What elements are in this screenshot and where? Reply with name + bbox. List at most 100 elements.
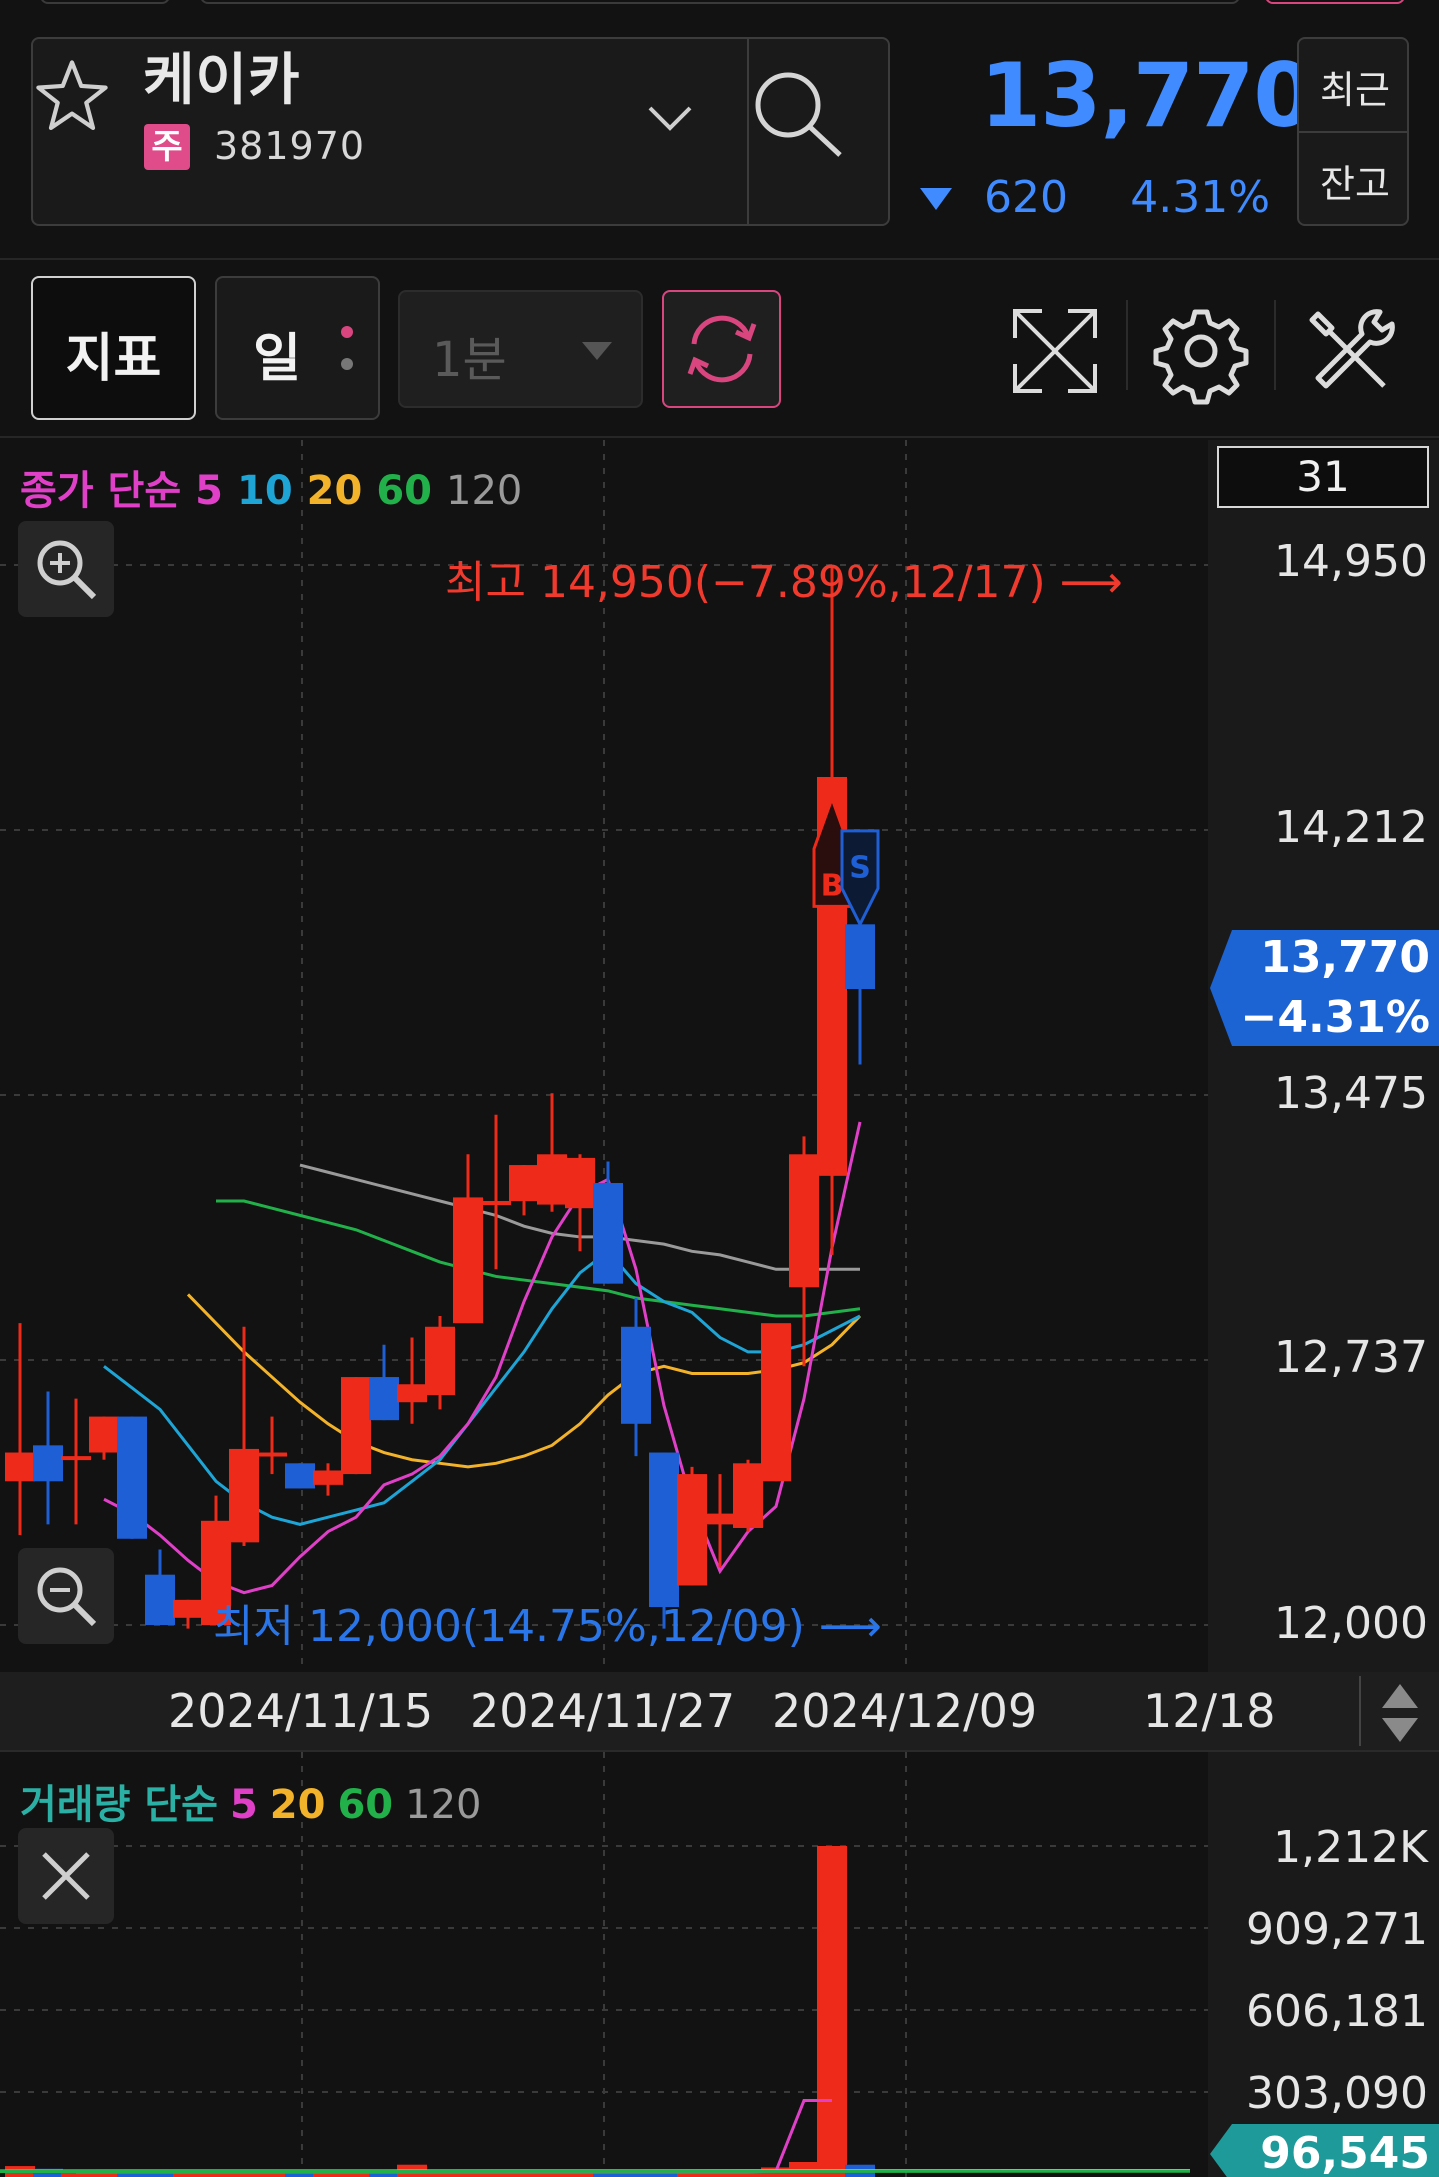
current-volume-label: 96,545	[1260, 2128, 1430, 2177]
candle-body	[733, 1463, 763, 1528]
scroll-arrows-icon[interactable]	[1378, 1680, 1422, 1746]
sell-marker: S	[840, 829, 880, 928]
candle-body	[173, 1599, 203, 1618]
refresh-button[interactable]	[662, 290, 781, 408]
candle-body	[369, 1377, 399, 1421]
volume-ma5-line	[76, 2099, 832, 2174]
candle-body	[257, 1452, 287, 1457]
expand-icon[interactable]	[1000, 296, 1110, 406]
price-change-pct: 4.31%	[1130, 172, 1270, 223]
candle-body	[425, 1326, 455, 1396]
tools-icon[interactable]	[1296, 296, 1406, 406]
legend-vma60: 60	[337, 1782, 394, 1828]
current-pct-label: −4.31%	[1240, 992, 1430, 1043]
divider	[1359, 1676, 1361, 1746]
top-tab[interactable]	[200, 0, 1240, 4]
candle-body	[537, 1154, 567, 1205]
candle-body	[481, 1201, 511, 1205]
low-annotation: 최저 12,000(14.75%,12/09) ⟶	[213, 1601, 882, 1652]
recent-balance-group: 최근 잔고	[1297, 37, 1409, 226]
candle-count[interactable]: 31	[1217, 446, 1429, 508]
candle-body	[229, 1448, 259, 1543]
candle-body	[761, 1323, 791, 1482]
current-price: 13,770	[980, 44, 1315, 147]
candle-body	[341, 1377, 371, 1475]
price-axis[interactable]	[1208, 440, 1439, 1672]
legend-ma5: 5	[195, 468, 223, 514]
legend-prefix: 종가 단순	[20, 468, 182, 514]
y-label: 13,475	[1274, 1068, 1428, 1119]
chevron-down-icon[interactable]	[640, 90, 700, 150]
candle-body	[117, 1416, 147, 1539]
search-icon[interactable]	[740, 55, 860, 165]
candle-body	[649, 1452, 679, 1608]
refresh-icon	[687, 315, 757, 383]
top-tab[interactable]	[1265, 0, 1405, 4]
y-label: 12,000	[1274, 1598, 1428, 1649]
volume-legend[interactable]: 거래량 단순 5 20 60 120	[20, 1772, 493, 1830]
legend-ma60: 60	[376, 468, 432, 514]
candle-body	[61, 1456, 91, 1461]
price-legend[interactable]: 종가 단순 5 10 20 60 120	[20, 458, 536, 516]
candle-body	[789, 1154, 819, 1288]
divider	[1274, 300, 1276, 390]
current-price-label: 13,770	[1260, 932, 1430, 983]
balance-button[interactable]: 잔고	[1299, 153, 1411, 208]
recent-button[interactable]: 최근	[1299, 59, 1411, 114]
divider	[0, 258, 1439, 260]
volume-y-label: 606,181	[1246, 1986, 1428, 2037]
candle-body	[677, 1474, 707, 1586]
minute-label: 1분	[432, 332, 507, 388]
price-change: 620	[984, 172, 1068, 223]
period-button[interactable]: 일	[215, 276, 380, 420]
close-icon	[42, 1852, 90, 1900]
gear-icon[interactable]	[1146, 296, 1256, 406]
zoom-out-button[interactable]	[18, 1548, 114, 1644]
divider	[1126, 300, 1128, 390]
top-strip	[0, 0, 1439, 36]
candle-body	[33, 1445, 63, 1482]
stock-name[interactable]: 케이카	[143, 35, 301, 116]
down-arrow-icon	[920, 188, 952, 210]
candle-body	[145, 1574, 175, 1625]
volume-y-label: 909,271	[1246, 1904, 1428, 1955]
divider	[0, 436, 1439, 438]
zoom-in-button[interactable]	[18, 521, 114, 617]
indicator-button[interactable]: 지표	[31, 276, 196, 420]
period-label: 일	[253, 329, 301, 389]
market-badge: 주	[144, 124, 190, 170]
price-chart[interactable]: BS	[0, 440, 1208, 1672]
candle-body	[565, 1157, 595, 1209]
ma60-line	[216, 1199, 861, 1318]
close-volume-button[interactable]	[18, 1828, 114, 1924]
candle-body	[5, 1452, 35, 1482]
x-label: 2024/11/15	[168, 1684, 434, 1738]
y-label: 14,950	[1274, 536, 1428, 587]
ma20-line	[186, 1293, 862, 1469]
star-icon[interactable]	[30, 54, 114, 138]
candle-body	[89, 1416, 119, 1453]
candle-body	[397, 1384, 427, 1403]
candle-body	[621, 1326, 651, 1424]
volume-bar	[677, 2173, 707, 2177]
minute-select[interactable]: 1분	[398, 290, 643, 408]
top-tab[interactable]	[40, 0, 170, 4]
legend-ma20: 20	[306, 468, 363, 514]
candle-body	[845, 924, 875, 989]
zoom-in-icon	[37, 540, 97, 600]
legend-ma10: 10	[236, 468, 293, 514]
buy-marker-label: B	[821, 869, 844, 904]
legend-vma20: 20	[269, 1782, 326, 1828]
legend-vma120: 120	[405, 1782, 482, 1828]
stock-code: 381970	[214, 124, 366, 168]
volume-bar	[817, 1846, 847, 2177]
high-annotation: 최고 14,950(−7.89%,12/17) ⟶	[445, 557, 1123, 608]
x-label: 2024/11/27	[470, 1684, 736, 1738]
indicator-label: 지표	[65, 329, 162, 389]
candle-body	[705, 1513, 735, 1525]
candle-body	[593, 1183, 623, 1284]
legend-vma5: 5	[229, 1782, 258, 1828]
candle-body	[313, 1470, 343, 1485]
y-label: 12,737	[1274, 1332, 1428, 1383]
candle-body	[453, 1197, 483, 1324]
